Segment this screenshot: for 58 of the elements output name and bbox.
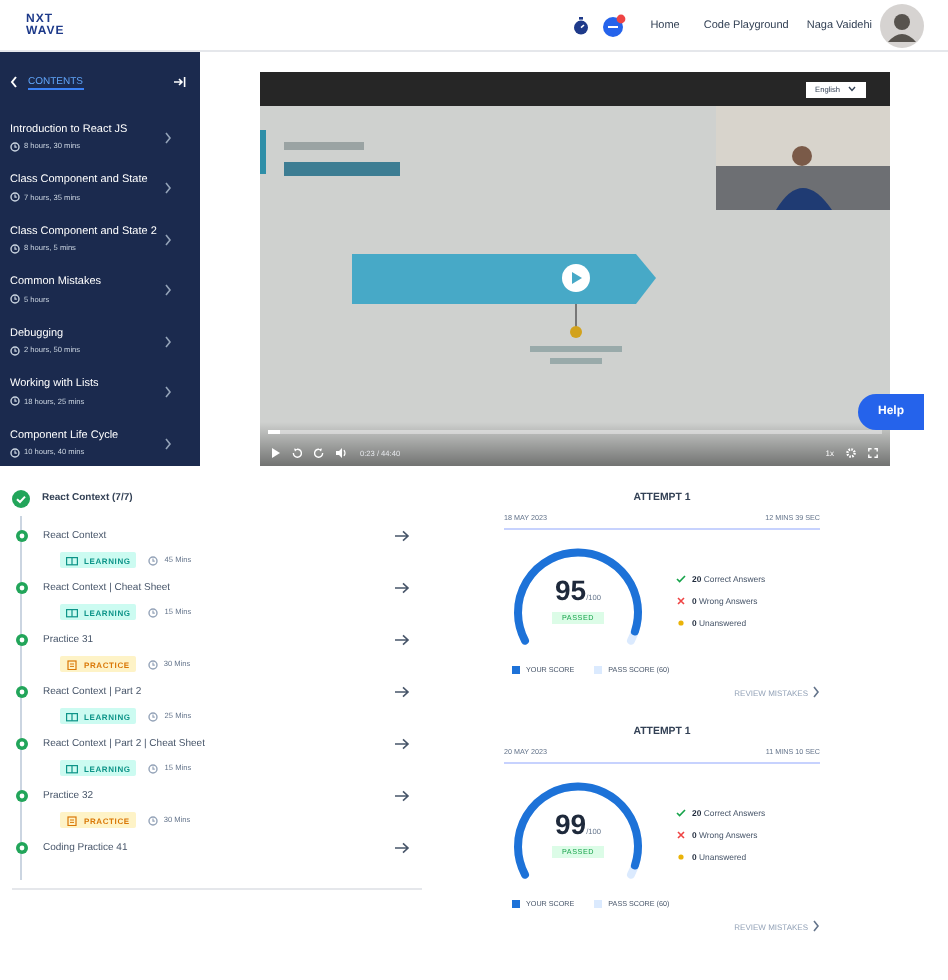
chevron-icon <box>164 233 172 246</box>
arrow-icon <box>394 529 410 541</box>
stopwatch-icon[interactable] <box>572 15 591 35</box>
arrow-icon <box>394 737 410 749</box>
clock-icon <box>147 815 158 825</box>
chevron-icon <box>812 686 820 698</box>
legend-swatch <box>594 900 603 908</box>
check-icon <box>676 573 686 583</box>
book-icon <box>66 607 78 617</box>
chevron-icon <box>164 284 172 297</box>
back-icon[interactable] <box>10 76 18 88</box>
clock-icon <box>10 345 20 356</box>
chevron-icon <box>164 182 172 195</box>
clock-icon <box>10 141 20 152</box>
chevron-icon <box>164 131 172 144</box>
caret-icon <box>848 86 856 92</box>
clock-icon <box>10 294 20 305</box>
book-icon <box>66 763 78 773</box>
score-value: 99 <box>555 808 587 840</box>
clipboard-icon <box>66 659 78 669</box>
check-icon <box>676 807 686 817</box>
clock-icon <box>148 711 159 721</box>
arrow-icon <box>394 685 410 697</box>
clock-icon <box>10 396 20 407</box>
fullscreen-icon[interactable] <box>868 448 878 458</box>
clock-icon <box>10 192 20 203</box>
forward-icon[interactable] <box>314 448 324 458</box>
cross-icon <box>676 829 686 839</box>
settings-icon[interactable] <box>846 448 856 458</box>
legend-swatch <box>512 900 520 908</box>
volume-icon[interactable] <box>336 448 348 458</box>
chevron-icon <box>164 335 172 348</box>
score-value: 95 <box>555 574 587 606</box>
arrow-icon <box>394 841 410 853</box>
legend-swatch <box>512 666 520 674</box>
clock-icon <box>148 763 159 773</box>
book-icon <box>66 555 78 565</box>
clock-icon <box>10 447 20 458</box>
play-icon[interactable] <box>272 448 280 458</box>
rewind-icon[interactable] <box>292 448 302 458</box>
clock-icon <box>147 659 158 669</box>
chevron-icon <box>164 386 172 399</box>
dot-icon <box>676 851 686 861</box>
chevron-icon <box>812 920 820 932</box>
dot-icon <box>676 617 686 627</box>
arrow-icon <box>394 581 410 593</box>
arrow-icon <box>394 789 410 801</box>
book-icon <box>66 711 78 721</box>
arrow-icon <box>394 633 410 645</box>
avatar[interactable] <box>880 3 924 47</box>
legend-swatch <box>594 666 603 674</box>
cross-icon <box>676 595 686 605</box>
clock-icon <box>148 555 159 565</box>
clipboard-icon <box>66 815 78 825</box>
clock-icon <box>10 243 20 254</box>
chevron-icon <box>164 437 172 450</box>
clock-icon <box>148 607 159 617</box>
collapse-icon[interactable] <box>174 76 186 88</box>
